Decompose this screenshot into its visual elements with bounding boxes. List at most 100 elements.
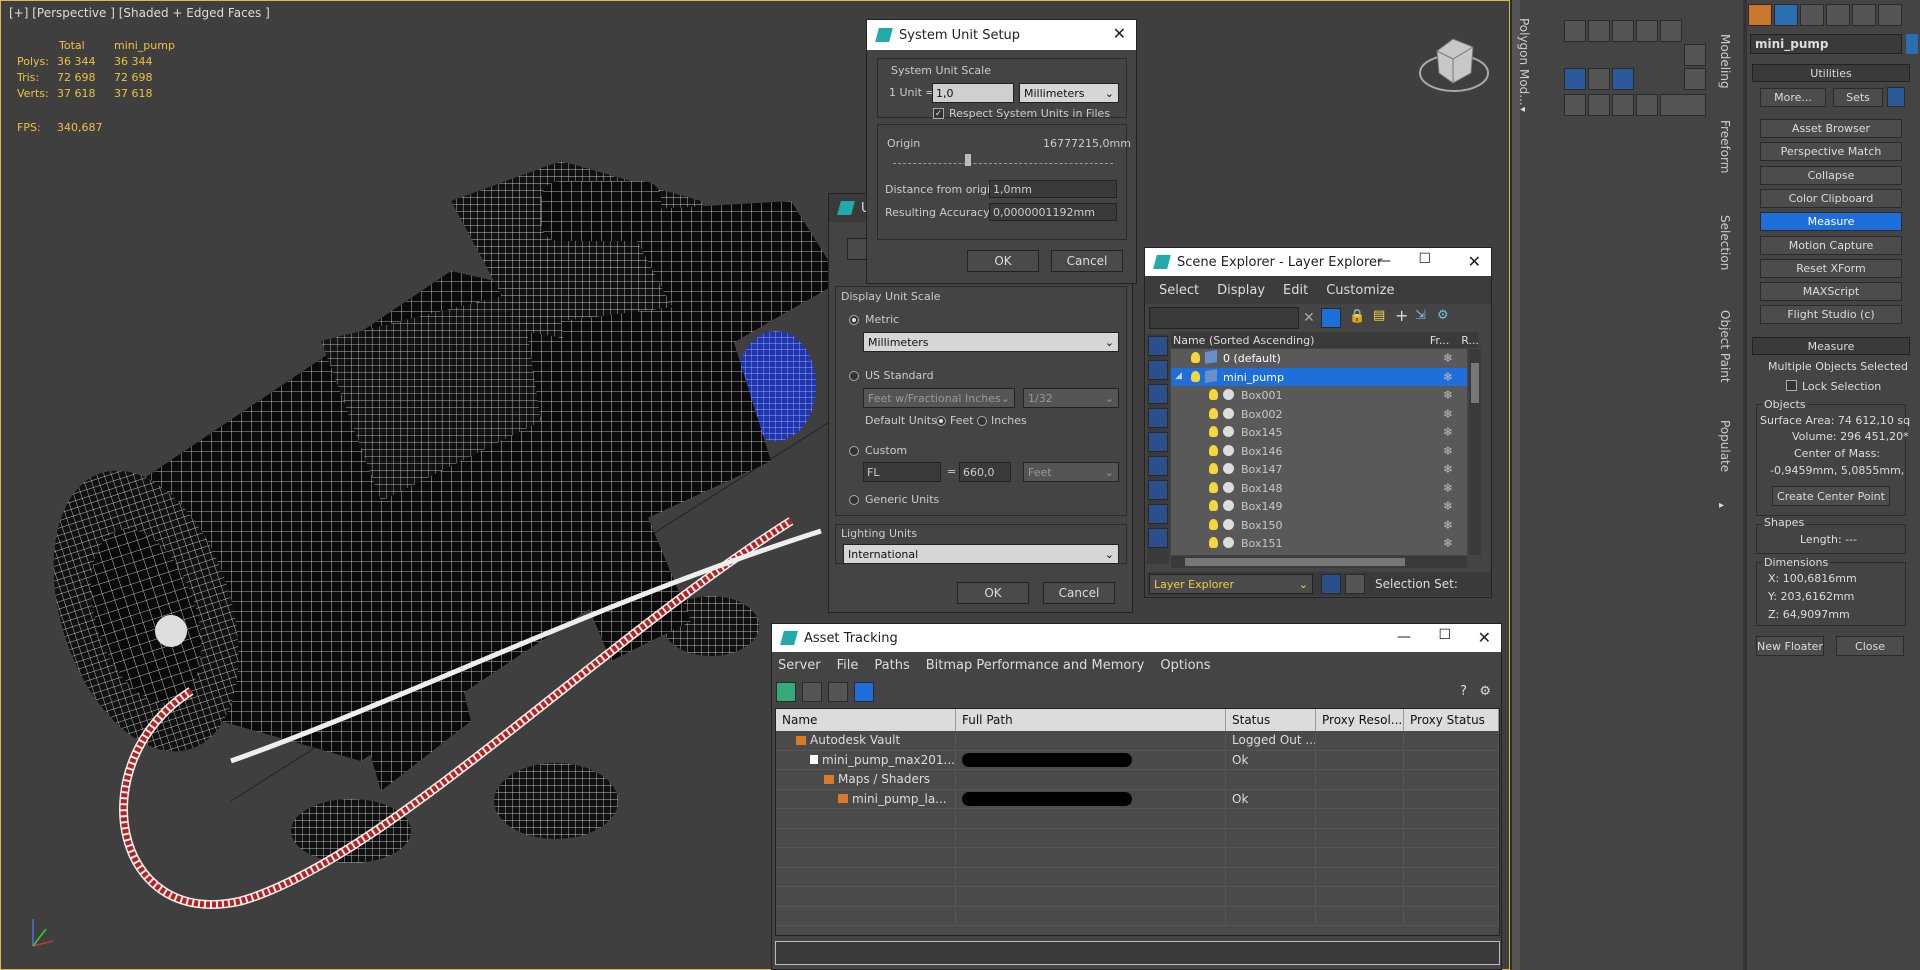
visibility-bulb-icon[interactable] <box>1209 426 1218 437</box>
add-icon[interactable]: + <box>1395 306 1408 325</box>
utility-motion-capture-button[interactable]: Motion Capture <box>1760 235 1902 255</box>
panel-splitter[interactable] <box>1743 0 1747 970</box>
select-layer-icon[interactable]: ⚙ <box>1437 308 1449 323</box>
sets-button[interactable]: Sets <box>1833 88 1883 107</box>
tool-icon-8[interactable] <box>1564 94 1586 116</box>
utility-asset-browser-button[interactable]: Asset Browser <box>1760 119 1902 138</box>
expand-arrow-icon[interactable]: ▸ <box>1719 500 1724 511</box>
vertex-mode-icon[interactable] <box>1564 68 1586 90</box>
table-row[interactable] <box>776 867 1499 887</box>
utilities-rollout-header[interactable]: Utilities <box>1752 64 1910 82</box>
expand-arrow-icon[interactable]: ◢ <box>1175 371 1182 381</box>
tab-polygon-modeling[interactable]: Polygon Mod... <box>1517 18 1531 106</box>
table-row[interactable] <box>776 848 1499 868</box>
freeze-icon[interactable]: ❄ <box>1443 351 1453 365</box>
origin-slider-track[interactable] <box>893 158 1113 164</box>
list-view-icon[interactable] <box>802 682 822 702</box>
tree-row[interactable]: Box151 ❄ <box>1171 534 1467 553</box>
display-helpers-icon[interactable] <box>1148 456 1168 476</box>
col-proxy-resolution[interactable]: Proxy Resol... <box>1316 709 1404 731</box>
layer-explorer-icon[interactable] <box>1321 574 1341 594</box>
visibility-bulb-icon[interactable] <box>1209 518 1218 530</box>
tool-icon-6[interactable] <box>1684 44 1706 66</box>
tree-row[interactable]: Box145 ❄ <box>1171 423 1467 442</box>
close-button[interactable]: Close <box>1836 636 1904 656</box>
lock-selection-checkbox[interactable] <box>1786 380 1797 391</box>
poly-mode-icon[interactable] <box>1612 68 1634 90</box>
display-shapes-icon[interactable] <box>1148 384 1168 404</box>
table-row[interactable]: Autodesk Vault Logged Out ... <box>776 731 1499 751</box>
menu-display[interactable]: Display <box>1217 283 1265 298</box>
utility-collapse-button[interactable]: Collapse <box>1760 165 1902 185</box>
menu-customize[interactable]: Customize <box>1326 283 1394 298</box>
tab-populate[interactable]: Populate <box>1718 420 1732 472</box>
filter-icon[interactable] <box>1321 308 1341 328</box>
freeze-icon[interactable]: ❄ <box>1443 518 1453 532</box>
column-name[interactable]: Name (Sorted Ascending) <box>1171 334 1430 347</box>
create-tab-icon[interactable] <box>1748 4 1772 26</box>
thumbnail-view-icon[interactable] <box>828 682 848 702</box>
object-color-swatch[interactable] <box>1906 34 1918 54</box>
visibility-bulb-icon[interactable] <box>1209 481 1218 493</box>
tree-horizontal-scrollbar[interactable] <box>1171 556 1467 568</box>
table-row[interactable] <box>776 828 1499 848</box>
move-to-layer-icon[interactable]: ⇲ <box>1415 308 1426 323</box>
visibility-bulb-icon[interactable] <box>1209 463 1218 474</box>
tab-object-paint[interactable]: Object Paint <box>1718 310 1732 383</box>
close-icon[interactable]: ✕ <box>1468 252 1481 271</box>
visibility-bulb-icon[interactable] <box>1191 352 1200 363</box>
us-standard-radio[interactable] <box>849 371 859 381</box>
clear-search-icon[interactable]: ✕ <box>1303 310 1315 326</box>
settings-icon[interactable]: ⚙ <box>1479 684 1491 699</box>
column-render[interactable]: R... <box>1461 334 1479 347</box>
distance-field[interactable]: 1,0mm <box>989 180 1117 198</box>
more-button[interactable]: More... <box>1760 88 1826 107</box>
utilities-tab-icon[interactable] <box>1878 4 1902 26</box>
tree-row[interactable]: Box149 ❄ <box>1171 497 1467 516</box>
close-icon[interactable]: ✕ <box>1113 24 1126 43</box>
modify-tab-icon[interactable] <box>1774 4 1798 26</box>
table-row[interactable]: mini_pump_max201... Ok <box>776 750 1499 770</box>
minimize-icon[interactable]: — <box>1377 253 1391 269</box>
metric-units-select[interactable]: Millimeters <box>863 332 1119 352</box>
minimize-icon[interactable]: — <box>1397 629 1411 645</box>
menu-bitmap-performance[interactable]: Bitmap Performance and Memory <box>926 658 1145 673</box>
menu-edit[interactable]: Edit <box>1283 283 1308 298</box>
table-row[interactable] <box>776 906 1499 926</box>
new-layer-icon[interactable]: ▤ <box>1373 308 1385 323</box>
visibility-bulb-icon[interactable] <box>1209 407 1218 419</box>
create-center-point-button[interactable]: Create Center Point <box>1772 486 1890 506</box>
menu-options[interactable]: Options <box>1160 658 1210 673</box>
freeze-icon[interactable]: ❄ <box>1443 536 1453 550</box>
inches-radio[interactable] <box>977 416 987 426</box>
utility-maxscript-button[interactable]: MAXScript <box>1760 282 1902 302</box>
collapse-arrow-icon[interactable]: ◂ <box>1520 104 1525 115</box>
tool-icon-1[interactable] <box>1564 20 1586 42</box>
tab-freeform[interactable]: Freeform <box>1718 120 1732 173</box>
hierarchy-icon[interactable] <box>1345 574 1365 594</box>
display-spacewarps-icon[interactable] <box>1148 480 1168 500</box>
tool-icon-12[interactable] <box>1660 94 1706 116</box>
object-name-field[interactable]: mini_pump <box>1750 34 1902 54</box>
hierarchy-tab-icon[interactable] <box>1800 4 1824 26</box>
tree-row[interactable]: Box002 ❄ <box>1171 405 1467 424</box>
utility-measure-button[interactable]: Measure <box>1760 212 1902 232</box>
tree-row[interactable]: Box150 ❄ <box>1171 516 1467 535</box>
utility-color-clipboard-button[interactable]: Color Clipboard <box>1760 188 1902 208</box>
us-fraction-select[interactable]: 1/32 <box>1023 388 1119 408</box>
tool-icon-11[interactable] <box>1636 94 1658 116</box>
tree-vertical-scrollbar[interactable] <box>1469 349 1481 555</box>
maximize-icon[interactable]: ☐ <box>1418 251 1431 267</box>
freeze-icon[interactable]: ❄ <box>1443 444 1453 458</box>
hscroll-thumb[interactable] <box>1185 558 1405 566</box>
tree-row[interactable]: Box148 ❄ <box>1171 479 1467 498</box>
freeze-icon[interactable]: ❄ <box>1443 499 1453 513</box>
display-bones-icon[interactable] <box>1148 528 1168 548</box>
metric-radio[interactable] <box>849 315 859 325</box>
custom-unit-select[interactable]: Feet <box>1023 462 1119 482</box>
help-icon[interactable]: ? <box>1460 684 1467 699</box>
scrollbar-thumb[interactable] <box>1471 363 1479 403</box>
explorer-type-select[interactable]: Layer Explorer <box>1149 574 1313 594</box>
new-floater-button[interactable]: New Floater <box>1756 636 1824 656</box>
menu-select[interactable]: Select <box>1159 283 1199 298</box>
